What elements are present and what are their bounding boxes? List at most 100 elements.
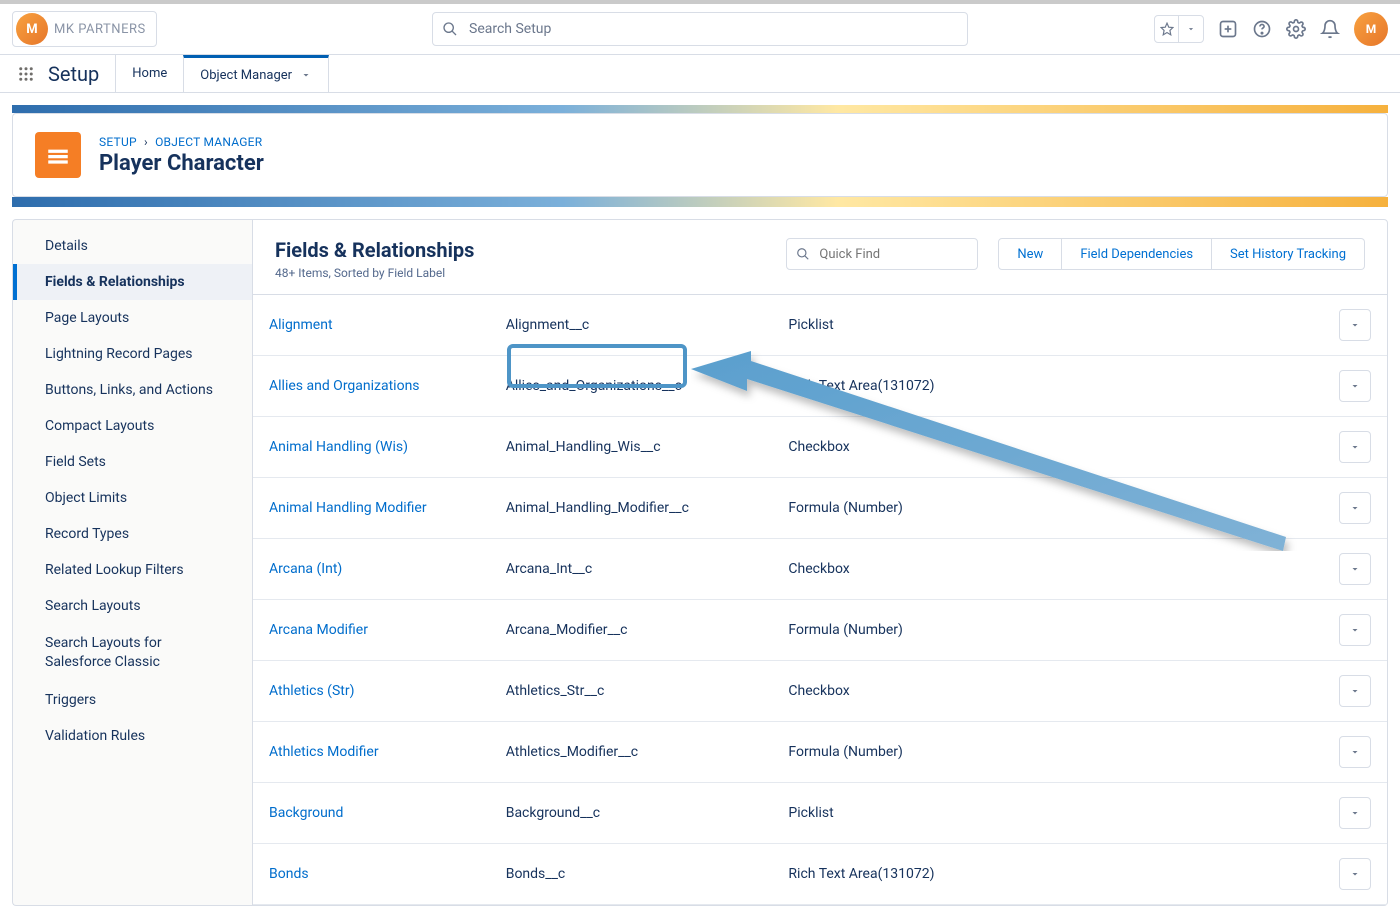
app-launcher-icon[interactable] — [12, 55, 40, 92]
avatar[interactable]: M — [1354, 12, 1388, 46]
top-actions: M — [1154, 12, 1388, 46]
field-actions-cell — [1323, 722, 1387, 783]
field-api-cell: Athletics_Str__c — [490, 661, 773, 722]
row-menu-button[interactable] — [1339, 492, 1371, 524]
main-header: Fields & Relationships 48+ Items, Sorted… — [253, 220, 1387, 295]
page-title: Player Character — [99, 151, 264, 176]
sidebar-item-compact-layouts[interactable]: Compact Layouts — [13, 408, 252, 444]
sidebar-item-lightning-pages[interactable]: Lightning Record Pages — [13, 336, 252, 372]
field-api-cell: Athletics_Modifier__c — [490, 722, 773, 783]
content-layout: Details Fields & Relationships Page Layo… — [0, 219, 1400, 918]
sidebar-item-page-layouts[interactable]: Page Layouts — [13, 300, 252, 336]
chevron-down-icon — [300, 69, 312, 81]
new-button[interactable]: New — [998, 238, 1062, 270]
field-label-link[interactable]: Arcana (Int) — [269, 561, 342, 577]
nav-home[interactable]: Home — [115, 55, 183, 92]
nav-object-manager-label: Object Manager — [200, 68, 292, 83]
field-label-link[interactable]: Athletics Modifier — [269, 744, 379, 760]
table-row: Animal Handling Modifier Animal_Handling_… — [253, 478, 1387, 539]
field-type-cell: Formula (Number) — [772, 600, 1323, 661]
row-menu-button[interactable] — [1339, 797, 1371, 829]
table-row: BondsBonds__cRich Text Area(131072) — [253, 844, 1387, 905]
sidebar-item-buttons-links[interactable]: Buttons, Links, and Actions — [13, 372, 252, 408]
nav-object-manager[interactable]: Object Manager — [183, 55, 329, 92]
field-label-cell: Arcana Modifier — [253, 600, 490, 661]
quick-find-wrap — [786, 238, 978, 270]
sidebar-item-field-sets[interactable]: Field Sets — [13, 444, 252, 480]
help-icon[interactable] — [1252, 19, 1272, 39]
page-banner-wrap: SETUP › OBJECT MANAGER Player Character — [0, 93, 1400, 219]
row-menu-button[interactable] — [1339, 736, 1371, 768]
table-row: Athletics (Str) Athletics_Str__cCheckbox — [253, 661, 1387, 722]
chevron-down-icon — [1349, 868, 1361, 880]
row-menu-button[interactable] — [1339, 553, 1371, 585]
field-api-cell: Arcana_Int__c — [490, 539, 773, 600]
chevron-down-icon — [1179, 16, 1203, 42]
gear-icon[interactable] — [1286, 19, 1306, 39]
field-api-cell: Bonds__c — [490, 844, 773, 905]
field-dependencies-button[interactable]: Field Dependencies — [1062, 238, 1212, 270]
quick-find-input[interactable] — [786, 238, 978, 270]
notifications-icon[interactable] — [1320, 19, 1340, 39]
field-label-link[interactable]: Background — [269, 805, 343, 821]
field-label-link[interactable]: Arcana Modifier — [269, 622, 368, 638]
search-icon — [442, 21, 458, 37]
sidebar-item-triggers[interactable]: Triggers — [13, 682, 252, 718]
global-search-input[interactable] — [432, 12, 968, 46]
row-menu-button[interactable] — [1339, 431, 1371, 463]
main-actions: New Field Dependencies Set History Track… — [786, 238, 1365, 270]
sidebar-item-fields[interactable]: Fields & Relationships — [13, 264, 252, 300]
chevron-down-icon — [1349, 685, 1361, 697]
field-label-cell: Allies and Organizations — [253, 356, 490, 417]
breadcrumb-object-manager[interactable]: OBJECT MANAGER — [155, 135, 262, 149]
field-label-cell: Animal Handling Modifier — [253, 478, 490, 539]
sidebar-item-related-lookup[interactable]: Related Lookup Filters — [13, 552, 252, 588]
object-sidebar: Details Fields & Relationships Page Layo… — [12, 219, 252, 906]
field-actions-cell — [1323, 295, 1387, 356]
row-menu-button[interactable] — [1339, 614, 1371, 646]
sidebar-item-object-limits[interactable]: Object Limits — [13, 480, 252, 516]
field-actions-cell — [1323, 539, 1387, 600]
field-label-link[interactable]: Bonds — [269, 866, 309, 882]
chevron-down-icon — [1349, 563, 1361, 575]
field-type-cell: Rich Text Area(131072) — [772, 356, 1323, 417]
row-menu-button[interactable] — [1339, 675, 1371, 707]
add-tab-icon[interactable] — [1218, 19, 1238, 39]
field-actions-cell — [1323, 600, 1387, 661]
row-menu-button[interactable] — [1339, 309, 1371, 341]
field-label-cell: Background — [253, 783, 490, 844]
field-label-link[interactable]: Allies and Organizations — [269, 378, 420, 394]
global-header: M MK PARTNERS M — [0, 0, 1400, 55]
field-api-cell: Animal_Handling_Modifier__c — [490, 478, 773, 539]
sidebar-item-search-layouts-classic[interactable]: Search Layouts for Salesforce Classic — [13, 624, 252, 682]
chevron-down-icon — [1349, 807, 1361, 819]
sidebar-item-search-layouts[interactable]: Search Layouts — [13, 588, 252, 624]
field-label-link[interactable]: Alignment — [269, 317, 333, 333]
field-actions-cell — [1323, 478, 1387, 539]
field-api-cell: Alignment__c — [490, 295, 773, 356]
brand-name: MK PARTNERS — [54, 22, 146, 37]
field-api-cell: Allies_and_Organizations__c — [490, 356, 773, 417]
favorites-button[interactable] — [1154, 15, 1204, 43]
chevron-down-icon — [1349, 624, 1361, 636]
breadcrumb-setup[interactable]: SETUP — [99, 135, 137, 149]
field-label-cell: Alignment — [253, 295, 490, 356]
brand-box[interactable]: M MK PARTNERS — [12, 11, 157, 47]
field-label-link[interactable]: Animal Handling (Wis) — [269, 439, 408, 455]
brand-logo: M — [16, 13, 48, 45]
field-actions-cell — [1323, 417, 1387, 478]
sidebar-item-validation-rules[interactable]: Validation Rules — [13, 718, 252, 754]
row-menu-button[interactable] — [1339, 370, 1371, 402]
object-icon — [35, 132, 81, 178]
field-label-link[interactable]: Athletics (Str) — [269, 683, 354, 699]
field-api-cell: Background__c — [490, 783, 773, 844]
table-row: BackgroundBackground__cPicklist — [253, 783, 1387, 844]
field-label-link[interactable]: Animal Handling Modifier — [269, 500, 427, 516]
sidebar-item-details[interactable]: Details — [13, 228, 252, 264]
field-type-cell: Formula (Number) — [772, 478, 1323, 539]
row-menu-button[interactable] — [1339, 858, 1371, 890]
breadcrumb: SETUP › OBJECT MANAGER — [99, 135, 264, 149]
field-type-cell: Checkbox — [772, 661, 1323, 722]
sidebar-item-record-types[interactable]: Record Types — [13, 516, 252, 552]
set-history-tracking-button[interactable]: Set History Tracking — [1212, 238, 1365, 270]
